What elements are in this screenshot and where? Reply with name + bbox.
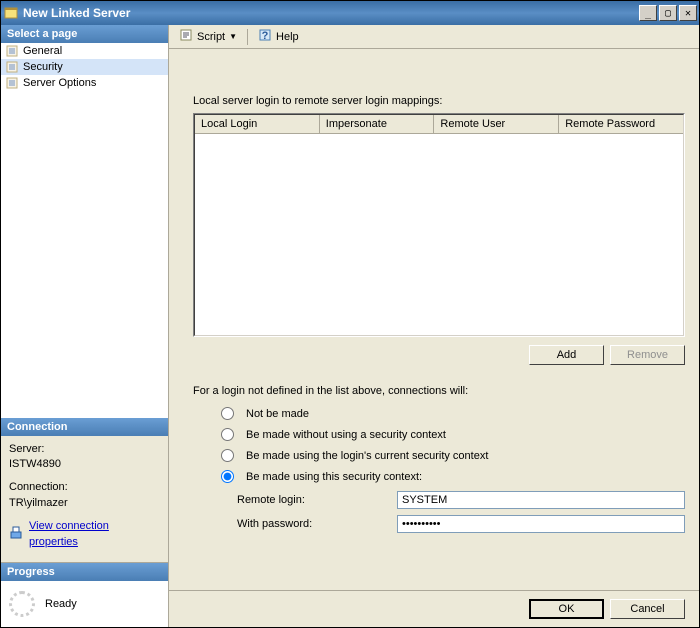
script-button[interactable]: Script ▼ [175, 26, 241, 47]
page-label: General [23, 45, 62, 57]
window-title: New Linked Server [23, 6, 639, 20]
progress-status: Ready [45, 598, 77, 610]
radio-label-this-security: Be made using this security context: [246, 471, 422, 483]
radio-not-be-made[interactable] [221, 407, 234, 420]
connection-label: Connection: [9, 480, 160, 495]
content-area: Local server login to remote server logi… [169, 49, 699, 590]
page-label: Security [23, 61, 63, 73]
col-remote-user[interactable]: Remote User [434, 115, 559, 133]
help-icon: ? [258, 28, 272, 45]
page-list: General Security Server Options [1, 43, 168, 91]
ok-button[interactable]: OK [529, 599, 604, 619]
remove-button: Remove [610, 345, 685, 365]
maximize-button[interactable]: ▢ [659, 5, 677, 21]
col-remote-password[interactable]: Remote Password [559, 115, 683, 133]
radio-label-without-security: Be made without using a security context [246, 429, 446, 441]
radio-this-security[interactable] [221, 470, 234, 483]
close-button[interactable]: ✕ [679, 5, 697, 21]
mapping-label: Local server login to remote server logi… [193, 95, 685, 107]
page-label: Server Options [23, 77, 96, 89]
properties-icon [9, 525, 23, 544]
server-label: Server: [9, 442, 160, 457]
progress-header: Progress [1, 563, 168, 581]
page-icon [5, 44, 19, 58]
radio-label-current-security: Be made using the login's current securi… [246, 450, 488, 462]
with-password-input[interactable] [397, 515, 685, 533]
progress-section: Ready [1, 581, 168, 627]
dialog-buttons: OK Cancel [169, 590, 699, 627]
radio-without-security[interactable] [221, 428, 234, 441]
cancel-button[interactable]: Cancel [610, 599, 685, 619]
server-value: ISTW4890 [9, 457, 160, 472]
page-item-general[interactable]: General [1, 43, 168, 59]
title-bar: New Linked Server _ ▢ ✕ [1, 1, 699, 25]
not-defined-label: For a login not defined in the list abov… [193, 385, 685, 397]
with-password-label: With password: [237, 518, 397, 530]
minimize-button[interactable]: _ [639, 5, 657, 21]
script-icon [179, 28, 193, 45]
help-button[interactable]: ? Help [254, 26, 303, 47]
view-connection-properties-link[interactable]: View connection properties [29, 519, 160, 550]
add-button[interactable]: Add [529, 345, 604, 365]
help-label: Help [276, 31, 299, 43]
radio-current-security[interactable] [221, 449, 234, 462]
remote-login-input[interactable] [397, 491, 685, 509]
login-mappings-grid[interactable]: Local Login Impersonate Remote User Remo… [193, 113, 685, 337]
select-page-header: Select a page [1, 25, 168, 43]
toolbar: Script ▼ ? Help [169, 25, 699, 49]
svg-text:?: ? [262, 30, 269, 42]
connection-header: Connection [1, 418, 168, 436]
page-icon [5, 76, 19, 90]
col-impersonate[interactable]: Impersonate [320, 115, 435, 133]
script-label: Script [197, 31, 225, 43]
app-icon [3, 5, 19, 21]
toolbar-separator [247, 29, 248, 45]
left-pane: Select a page General Security Server Op… [1, 25, 169, 627]
connection-section: Server: ISTW4890 Connection: TR\yilmazer… [1, 436, 168, 556]
page-icon [5, 60, 19, 74]
remote-login-label: Remote login: [237, 494, 397, 506]
progress-spinner-icon [9, 591, 35, 617]
col-local-login[interactable]: Local Login [195, 115, 320, 133]
radio-label-not-be-made: Not be made [246, 408, 309, 420]
connection-value: TR\yilmazer [9, 496, 160, 511]
page-item-server-options[interactable]: Server Options [1, 75, 168, 91]
right-pane: Script ▼ ? Help Local server login to re… [169, 25, 699, 627]
window-controls: _ ▢ ✕ [639, 5, 697, 21]
page-item-security[interactable]: Security [1, 59, 168, 75]
chevron-down-icon: ▼ [229, 32, 237, 41]
